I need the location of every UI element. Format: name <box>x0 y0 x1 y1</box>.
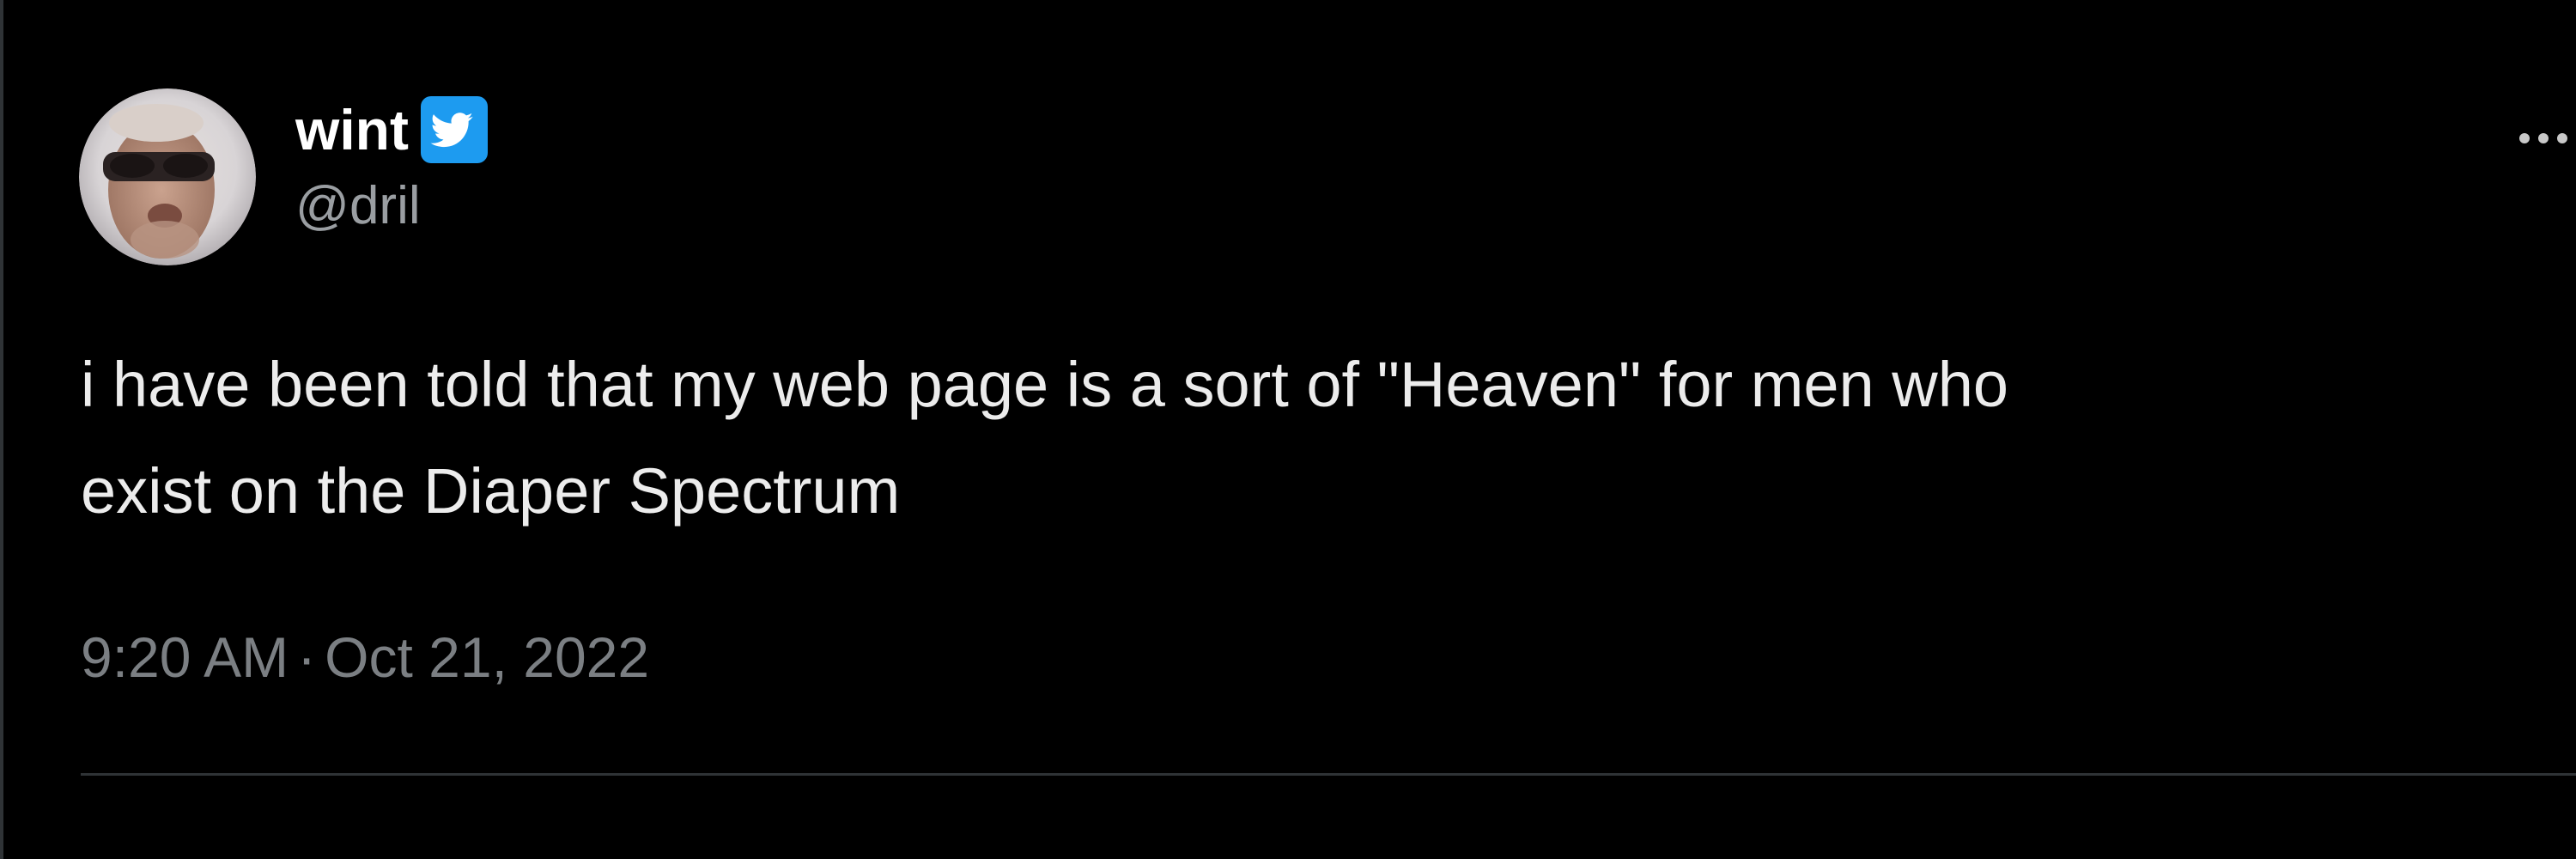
author-block: wint @dril <box>295 93 488 241</box>
divider <box>81 773 2576 776</box>
author-handle[interactable]: @dril <box>295 172 488 241</box>
verified-badge-icon[interactable] <box>420 96 488 163</box>
timestamp-separator: · <box>297 625 317 689</box>
author-display-name[interactable]: wint <box>295 93 409 167</box>
author-name-row: wint <box>295 93 488 167</box>
tweet-text: i have been told that my web page is a s… <box>81 349 2009 527</box>
more-options-button[interactable] <box>2516 108 2576 168</box>
more-options-icon <box>2519 133 2567 143</box>
avatar-photo-icon <box>79 88 256 265</box>
tweet-time-link[interactable]: 9:20 AM <box>81 625 289 689</box>
tweet-card: wint @dril i have been told that my web … <box>0 0 2576 859</box>
tweet-date-link[interactable]: Oct 21, 2022 <box>325 625 649 689</box>
tweet-timestamp: 9:20 AM · Oct 21, 2022 <box>81 618 649 696</box>
avatar[interactable] <box>79 88 256 265</box>
